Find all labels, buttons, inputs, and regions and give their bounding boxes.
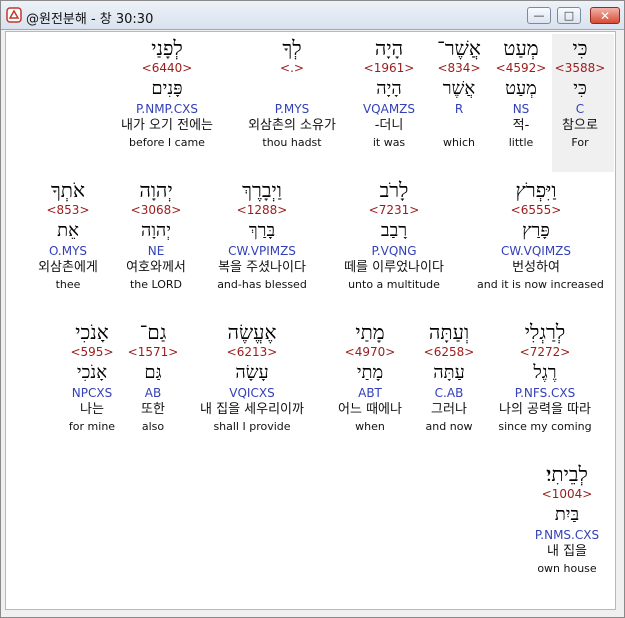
- minimize-icon: —: [533, 9, 545, 22]
- english-gloss: thee: [55, 278, 81, 291]
- korean-gloss: 나는: [80, 402, 104, 417]
- morphology-code: P.NMS.CXS: [534, 528, 600, 542]
- strong-number[interactable]: <853>: [9, 202, 127, 218]
- word-block[interactable]: לְבֵיתִי׃ <1004> בַּיִת P.NMS.CXS 내 집을 o…: [508, 462, 615, 577]
- english-gloss: before I came: [129, 136, 205, 149]
- strong-number[interactable]: <6440>: [108, 60, 226, 76]
- title-bar[interactable]: @원전분해 - 창 30:30 — □ ✕: [1, 1, 624, 30]
- korean-gloss: 내 집을: [546, 544, 587, 559]
- morphology-code: P.NMP.CXS: [136, 102, 198, 116]
- morphology-code: CW.VQIMZS: [500, 244, 572, 258]
- app-window: @원전분해 - 창 30:30 — □ ✕ כִּי <3588> כִּי C…: [0, 0, 625, 618]
- close-icon: ✕: [599, 8, 611, 23]
- english-gloss: and-has blessed: [217, 278, 307, 291]
- hebrew-word: לְךָ: [282, 36, 302, 60]
- strong-number[interactable]: <6555>: [477, 202, 595, 218]
- korean-gloss: 복을 주셨나이다: [218, 260, 306, 275]
- word-block[interactable]: וַיִּפְרֹץ <6555> פָּרַץ CW.VQIMZS 번성하여 …: [477, 178, 604, 293]
- hebrew-word: מָתַי: [355, 320, 385, 344]
- word-block[interactable]: אָנֹכִי <595> אָנֹכִי NPCXS 나는 for mine: [33, 320, 151, 435]
- hebrew-word: וַיִּפְרֹץ: [515, 178, 557, 202]
- strong-number[interactable]: <1004>: [508, 486, 615, 502]
- hebrew-lemma: אָנֹכִי: [76, 362, 108, 383]
- interlinear-panel[interactable]: כִּי <3588> כִּי C 참으로 For מְעַט <4592> …: [5, 31, 616, 610]
- word-block[interactable]: וַיְבָרֶךְ <1288> בָּרַךְ CW.VPIMZS 복을 주…: [203, 178, 321, 293]
- morphology-code: P.VQNG: [371, 244, 417, 258]
- app-icon: [6, 7, 22, 23]
- morphology-code: ABT: [358, 386, 382, 400]
- hebrew-lemma: פָּרַץ: [522, 220, 550, 241]
- english-gloss: and it is now increased: [477, 278, 604, 291]
- korean-gloss: 번성하여: [512, 260, 560, 275]
- close-button[interactable]: ✕: [590, 7, 620, 24]
- hebrew-lemma: מָתַי: [356, 362, 384, 383]
- hebrew-word: לְפָנַי: [151, 36, 183, 60]
- hebrew-lemma: פָּנִים: [151, 78, 183, 99]
- word-block[interactable]: מָתַי <4970> מָתַי ABT 어느 때에나 when: [311, 320, 429, 435]
- korean-gloss: 외삼촌의 소유가: [248, 118, 336, 133]
- word-block[interactable]: לְךָ <.> P.MYS 외삼촌의 소유가 thou hadst: [233, 36, 351, 151]
- strong-number[interactable]: <4970>: [311, 344, 429, 360]
- hebrew-word: אֹתְךָ: [50, 178, 86, 202]
- morphology-code: P.MYS: [274, 102, 310, 116]
- maximize-button[interactable]: □: [557, 7, 581, 24]
- maximize-icon: □: [563, 9, 575, 22]
- hebrew-word: לָרֹב: [379, 178, 409, 202]
- window-title: @원전분해 - 창 30:30: [26, 12, 154, 27]
- hebrew-lemma: בַּיִת: [554, 504, 580, 525]
- hebrew-lemma: רָבַב: [380, 220, 408, 241]
- strong-number[interactable]: <7231>: [335, 202, 453, 218]
- korean-gloss: 내가 오기 전에는: [121, 118, 213, 133]
- word-block[interactable]: אֹתְךָ <853> אֵת O.MYS 외삼촌에게 thee: [9, 178, 127, 293]
- english-gloss: for mine: [68, 420, 116, 433]
- hebrew-lemma: אֵת: [57, 220, 79, 241]
- word-block[interactable]: לָרֹב <7231> רָבַב P.VQNG 떼를 이루었나이다 unto…: [335, 178, 453, 293]
- hebrew-lemma: [233, 76, 351, 101]
- english-gloss: own house: [537, 562, 597, 575]
- english-gloss: unto a multitude: [348, 278, 440, 291]
- english-gloss: thou hadst: [262, 136, 322, 149]
- hebrew-word: אָנֹכִי: [75, 320, 109, 344]
- strong-number[interactable]: <.>: [233, 60, 351, 76]
- morphology-code: NPCXS: [71, 386, 113, 400]
- hebrew-word: לְבֵיתִי׃: [546, 462, 588, 486]
- korean-gloss: 떼를 이루었나이다: [344, 260, 444, 275]
- hebrew-word: וַיְבָרֶךְ: [242, 178, 282, 202]
- hebrew-lemma: בָּרַךְ: [248, 220, 276, 241]
- korean-gloss: 어느 때에나: [338, 402, 402, 417]
- word-block[interactable]: לְפָנַי <6440> פָּנִים P.NMP.CXS 내가 오기 전…: [108, 36, 226, 151]
- minimize-button[interactable]: —: [527, 7, 551, 24]
- morphology-code: CW.VPIMZS: [228, 244, 296, 258]
- korean-gloss: 외삼촌에게: [38, 260, 98, 275]
- english-gloss: when: [355, 420, 385, 433]
- morphology-code: O.MYS: [48, 244, 88, 258]
- strong-number[interactable]: <595>: [33, 344, 151, 360]
- strong-number[interactable]: <1288>: [203, 202, 321, 218]
